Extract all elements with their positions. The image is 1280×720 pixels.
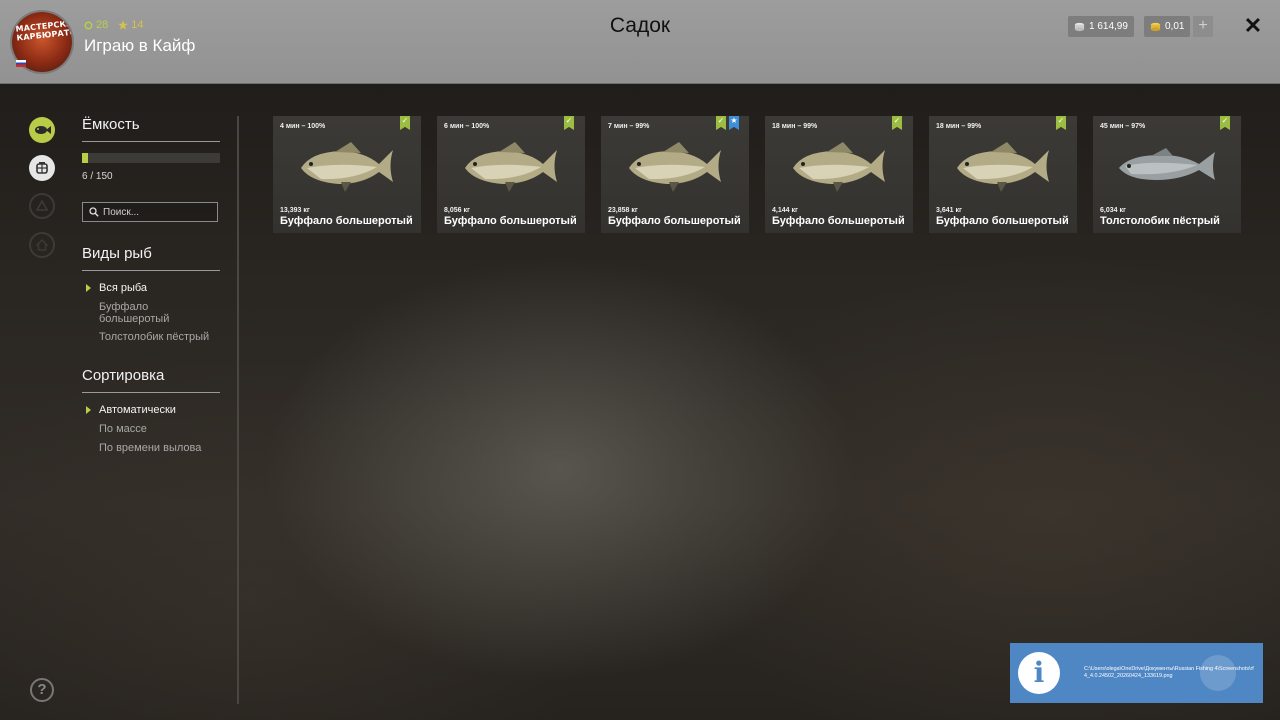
- fish-card[interactable]: 18 мин – 99% 4,144 кг Буффало большеротый ✓: [765, 116, 913, 233]
- bookmark-badge-icon[interactable]: ✓: [1056, 116, 1066, 130]
- divider: [82, 141, 220, 142]
- capacity-count: 6 / 150: [82, 171, 113, 182]
- trophy-badge-icon[interactable]: ★: [729, 116, 739, 130]
- fish-image: [1111, 136, 1221, 196]
- fish-card[interactable]: 18 мин – 99% 3,641 кг Буффало большеротый ✓: [929, 116, 1077, 233]
- capacity-title: Ёмкость: [82, 116, 140, 133]
- fish-image: [455, 136, 565, 196]
- bookmark-badge-icon[interactable]: ✓: [1220, 116, 1230, 130]
- info-icon: i: [1018, 652, 1060, 694]
- fish-image: [291, 136, 401, 196]
- fish-name: Толстолобик пёстрый: [1100, 215, 1220, 227]
- fish-image: [783, 136, 893, 196]
- help-button[interactable]: ?: [30, 678, 54, 702]
- keepnet-tab-icon[interactable]: [29, 155, 55, 181]
- gold-coins-icon: [1150, 22, 1161, 32]
- fish-name: Буффало большеротый: [608, 215, 741, 227]
- fish-name: Буффало большеротый: [936, 215, 1069, 227]
- fish-image: [947, 136, 1057, 196]
- fish-card[interactable]: 7 мин – 99% 23,858 кг Буффало большеротый ✓…: [601, 116, 749, 233]
- gold-balance: 0,01: [1144, 16, 1191, 37]
- fish-card[interactable]: 45 мин – 97% 6,034 кг Толстолобик пёстрый ✓: [1093, 116, 1241, 233]
- catch-time-quality: 18 мин – 99%: [936, 123, 982, 130]
- fish-name: Буффало большеротый: [444, 215, 577, 227]
- catch-time-quality: 18 мин – 99%: [772, 123, 818, 130]
- catch-time-quality: 7 мин – 99%: [608, 123, 650, 130]
- sort-option-auto[interactable]: Автоматически: [99, 404, 176, 416]
- search-input[interactable]: Поиск...: [82, 202, 218, 222]
- silver-value: 1 614,99: [1089, 21, 1128, 32]
- catch-time-quality: 45 мин – 97%: [1100, 123, 1146, 130]
- species-title: Виды рыб: [82, 245, 152, 262]
- fish-weight: 3,641 кг: [936, 207, 962, 214]
- catch-time-quality: 4 мин – 100%: [280, 123, 326, 130]
- fish-weight: 13,393 кг: [280, 207, 310, 214]
- species-option-bighead-carp[interactable]: Толстолобик пёстрый: [99, 331, 209, 343]
- fish-tab-icon[interactable]: [29, 117, 55, 143]
- bookmark-badge-icon[interactable]: ✓: [564, 116, 574, 130]
- selected-arrow-icon: [86, 284, 91, 292]
- species-option-all[interactable]: Вся рыба: [99, 282, 147, 294]
- fish-weight: 6,034 кг: [1100, 207, 1126, 214]
- silver-balance: 1 614,99: [1068, 16, 1134, 37]
- russia-flag-icon: [16, 60, 26, 67]
- capacity-progress-bar: [82, 153, 220, 163]
- panel-divider: [237, 116, 239, 704]
- species-option-buffalo[interactable]: Буффало большеротый: [99, 301, 189, 325]
- silver-coins-icon: [1074, 22, 1085, 32]
- capacity-fill: [82, 153, 88, 163]
- bookmark-badge-icon[interactable]: ✓: [716, 116, 726, 130]
- fish-weight: 4,144 кг: [772, 207, 798, 214]
- search-icon: [89, 207, 99, 217]
- fish-card[interactable]: 6 мин – 100% 8,056 кг Буффало большеротый ✓: [437, 116, 585, 233]
- tent-tab-icon[interactable]: [29, 193, 55, 219]
- fish-image: [619, 136, 729, 196]
- fish-card[interactable]: 4 мин – 100% 13,393 кг Буффало большеротый…: [273, 116, 421, 233]
- sort-option-mass[interactable]: По массе: [99, 423, 147, 435]
- gold-value: 0,01: [1165, 21, 1185, 32]
- catch-time-quality: 6 мин – 100%: [444, 123, 490, 130]
- close-button[interactable]: ✕: [1241, 14, 1265, 38]
- bookmark-badge-icon[interactable]: ✓: [400, 116, 410, 130]
- screenshot-notification[interactable]: i C:\Users\olega\OneDrive\Документы\Russ…: [1010, 643, 1263, 703]
- player-name: Играю в Кайф: [84, 36, 196, 55]
- divider: [82, 270, 220, 271]
- fish-weight: 8,056 кг: [444, 207, 470, 214]
- search-placeholder: Поиск...: [103, 206, 140, 218]
- selected-arrow-icon: [86, 406, 91, 414]
- bookmark-badge-icon[interactable]: ✓: [892, 116, 902, 130]
- fish-name: Буффало большеротый: [280, 215, 413, 227]
- cursor-highlight: [1200, 655, 1236, 691]
- add-currency-button[interactable]: +: [1193, 16, 1213, 37]
- home-tab-icon[interactable]: [29, 232, 55, 258]
- fish-name: Буффало большеротый: [772, 215, 905, 227]
- sort-title: Сортировка: [82, 367, 165, 384]
- sort-option-catch-time[interactable]: По времени вылова: [99, 442, 201, 454]
- divider: [82, 392, 220, 393]
- fish-weight: 23,858 кг: [608, 207, 638, 214]
- top-bar: МАСТЕРСКАЯ КАРБЮРАТОР 28 14 Играю в Кайф…: [0, 0, 1280, 84]
